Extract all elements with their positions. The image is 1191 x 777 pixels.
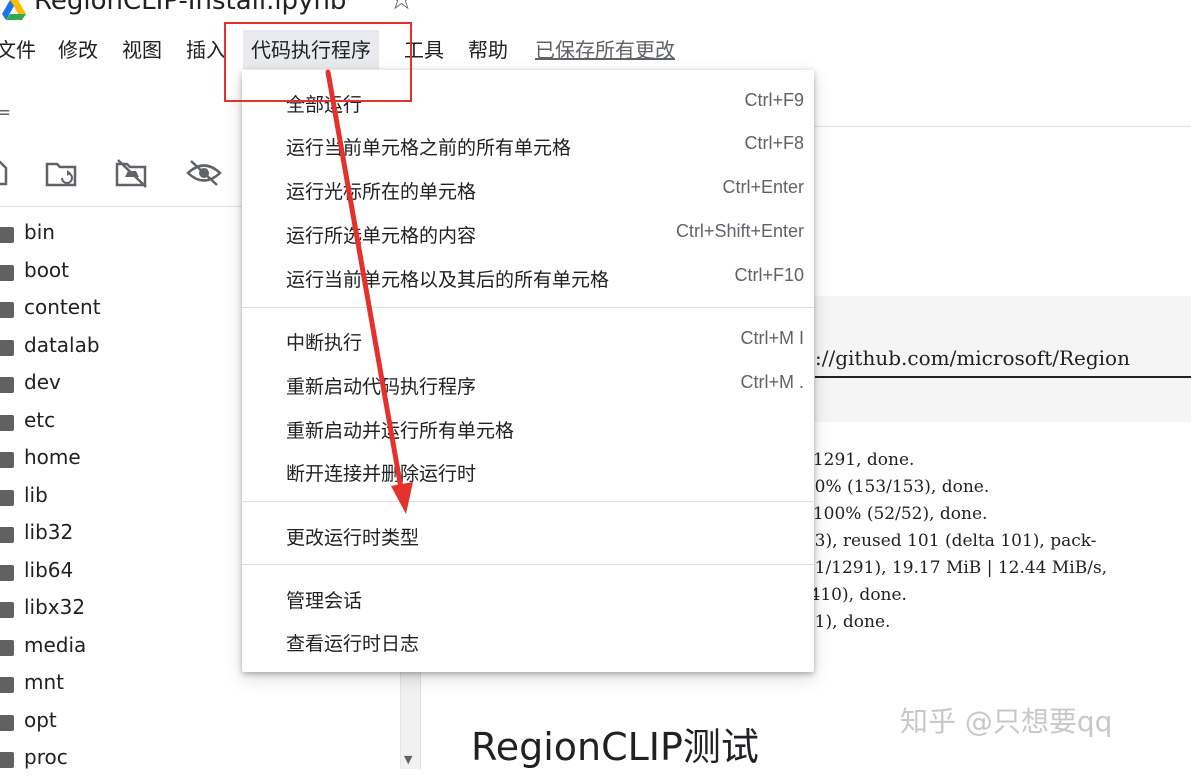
menu-view[interactable]: 视图 <box>122 34 162 63</box>
menu-option-label: 管理会话 <box>286 590 363 612</box>
menu-option-label: 运行所选单元格的内容 <box>286 225 477 247</box>
notebook-title[interactable]: RegionCLIP-Install.ipynb <box>34 0 346 16</box>
menu-option-shortcut: Ctrl+M I <box>740 328 804 348</box>
folder-icon <box>0 377 14 393</box>
folder-name: mnt <box>24 670 64 694</box>
folder-name: etc <box>24 408 56 432</box>
menu-option-manage-sessions[interactable]: 管理会话 <box>242 578 814 618</box>
menu-option-label: 运行光标所在的单元格 <box>286 181 477 203</box>
folder-icon <box>0 265 14 281</box>
folder-name: boot <box>24 258 70 282</box>
menu-option-label: 断开连接并删除运行时 <box>286 463 477 485</box>
menu-separator <box>242 307 814 308</box>
folder-icon <box>0 452 14 468</box>
folder-name: home <box>24 445 81 469</box>
star-icon[interactable]: ☆ <box>388 0 415 17</box>
menu-insert[interactable]: 插入 <box>186 34 226 63</box>
folder-icon <box>0 565 14 581</box>
folder-icon <box>0 752 14 768</box>
folder-name: media <box>24 633 87 657</box>
menu-option-shortcut: Ctrl+M . <box>740 372 804 392</box>
menu-option-shortcut: Ctrl+Enter <box>722 177 804 197</box>
folder-name: opt <box>24 708 57 732</box>
menu-option-label: 运行当前单元格以及其后的所有单元格 <box>286 269 610 291</box>
annotation-highlight-box <box>224 22 412 102</box>
menu-option-restart[interactable]: 重新启动代码执行程序 Ctrl+M . <box>242 364 814 404</box>
title-bar: RegionCLIP-Install.ipynb ☆ <box>0 0 600 20</box>
menu-option-shortcut: Ctrl+Shift+Enter <box>675 221 804 241</box>
runtime-menu-dropdown: 全部运行 Ctrl+F9 运行当前单元格之前的所有单元格 Ctrl+F8 运行光… <box>242 70 814 672</box>
menu-edit[interactable]: 修改 <box>58 34 98 63</box>
code-cell-border <box>815 376 1191 378</box>
menu-option-shortcut: Ctrl+F10 <box>734 265 804 285</box>
menu-option-run-selection[interactable]: 运行所选单元格的内容 Ctrl+Shift+Enter <box>242 213 814 253</box>
folder-row[interactable]: opt <box>0 704 396 740</box>
folder-name: bin <box>24 220 55 244</box>
menu-option-run-after[interactable]: 运行当前单元格以及其后的所有单元格 Ctrl+F10 <box>242 257 814 297</box>
menu-option-label: 更改运行时类型 <box>286 527 420 549</box>
output-line: 100% (153/153), done. <box>793 477 990 497</box>
menu-separator <box>242 501 814 502</box>
menu-option-shortcut: Ctrl+F9 <box>744 90 804 110</box>
folder-icon <box>0 340 14 356</box>
watermark: 知乎 @只想要qq <box>900 705 1113 738</box>
upload-file-icon[interactable] <box>0 158 16 188</box>
panel-menu-icon[interactable]: = <box>0 102 11 123</box>
menu-help[interactable]: 帮助 <box>468 34 508 63</box>
folder-icon <box>0 302 14 318</box>
hide-files-icon[interactable] <box>186 158 222 188</box>
folder-name: lib64 <box>24 558 74 582</box>
menu-separator <box>242 564 814 565</box>
output-line: s: 100% (52/52), done. <box>793 504 988 524</box>
folder-icon <box>0 602 14 618</box>
menu-option-disconnect-delete[interactable]: 断开连接并删除运行时 <box>242 451 814 491</box>
folder-name: lib32 <box>24 520 74 544</box>
google-drive-icon <box>2 0 26 20</box>
menu-option-label: 运行当前单元格之前的所有单元格 <box>286 137 572 159</box>
scroll-down-icon[interactable]: ▼ <box>404 753 412 766</box>
saved-status-link[interactable]: 已保存所有更改 <box>535 34 675 63</box>
menu-option-change-runtime-type[interactable]: 更改运行时类型 <box>242 515 814 555</box>
refresh-folder-icon[interactable] <box>44 158 80 188</box>
menu-option-view-runtime-logs[interactable]: 查看运行时日志 <box>242 621 814 661</box>
mount-drive-off-icon[interactable] <box>114 158 150 188</box>
menu-option-label: 查看运行时日志 <box>286 633 420 655</box>
folder-icon <box>0 415 14 431</box>
output-line: 113), reused 101 (delta 101), pack- <box>793 531 1097 551</box>
folder-icon <box>0 527 14 543</box>
menu-option-run-focused[interactable]: 运行光标所在的单元格 Ctrl+Enter <box>242 169 814 209</box>
output-line: 291/1291), 19.17 MiB | 12.44 MiB/s, <box>793 558 1108 578</box>
section-heading: RegionCLIP测试 <box>471 725 759 769</box>
folder-name: proc <box>24 745 68 769</box>
menu-option-label: 中断执行 <box>286 332 363 354</box>
folder-icon <box>0 490 14 506</box>
folder-name: content <box>24 295 101 319</box>
menu-option-label: 重新启动并运行所有单元格 <box>286 420 515 442</box>
menu-option-run-before[interactable]: 运行当前单元格之前的所有单元格 Ctrl+F8 <box>242 125 814 165</box>
code-text[interactable]: ://github.com/microsoft/Region <box>815 346 1130 370</box>
folder-row[interactable]: proc <box>0 741 396 777</box>
menu-option-restart-run-all[interactable]: 重新启动并运行所有单元格 <box>242 408 814 448</box>
menu-option-interrupt[interactable]: 中断执行 Ctrl+M I <box>242 320 814 360</box>
folder-icon <box>0 677 14 693</box>
folder-icon <box>0 227 14 243</box>
menu-option-shortcut: Ctrl+F8 <box>744 133 804 153</box>
folder-name: lib <box>24 483 48 507</box>
folder-name: dev <box>24 370 61 394</box>
menu-file[interactable]: 文件 <box>0 34 36 63</box>
folder-name: libx32 <box>24 595 86 619</box>
folder-name: datalab <box>24 333 100 357</box>
folder-icon <box>0 640 14 656</box>
folder-icon <box>0 715 14 731</box>
menu-option-label: 重新启动代码执行程序 <box>286 376 477 398</box>
